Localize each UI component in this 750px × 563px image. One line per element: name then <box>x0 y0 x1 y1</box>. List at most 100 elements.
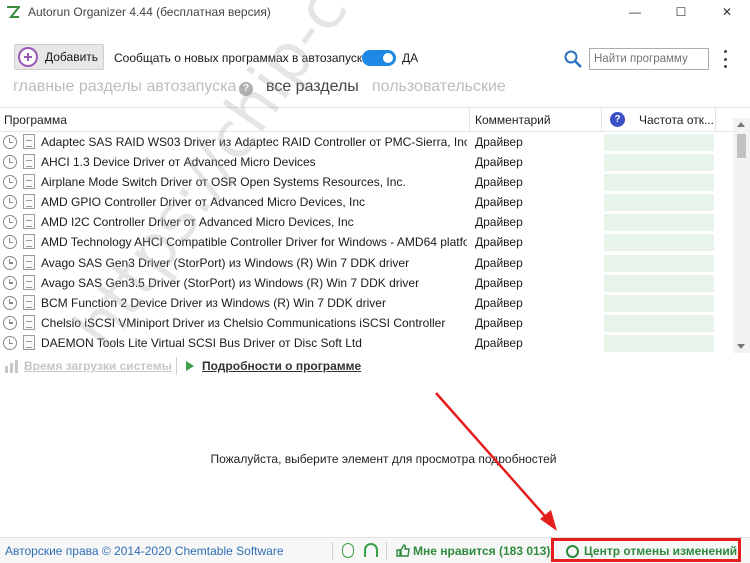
program-comment: Драйвер <box>475 335 523 350</box>
tab-boot-time[interactable]: Время загрузки системы <box>24 359 172 373</box>
program-comment: Драйвер <box>475 195 523 210</box>
table-row[interactable]: Avago SAS Gen3 Driver (StorPort) из Wind… <box>0 253 733 273</box>
file-icon <box>23 314 35 330</box>
tab-divider <box>176 357 177 375</box>
table-row[interactable]: Adaptec SAS RAID WS03 Driver из Adaptec … <box>0 132 733 152</box>
toggle-value-label: ДА <box>402 51 419 65</box>
file-icon <box>23 194 35 210</box>
clock-icon <box>3 275 17 290</box>
clock-icon <box>3 195 17 210</box>
program-name: Adaptec SAS RAID WS03 Driver из Adaptec … <box>41 135 467 149</box>
file-icon <box>23 154 35 170</box>
table-row[interactable]: Chelsio iSCSI VMiniport Driver из Chelsi… <box>0 313 733 333</box>
search-icon[interactable] <box>563 49 583 69</box>
close-button[interactable]: ✕ <box>704 0 750 24</box>
frequency-cell <box>604 274 714 292</box>
program-name: Avago SAS Gen3.5 Driver (StorPort) из Wi… <box>41 275 420 290</box>
undo-center-button[interactable]: Центр отмены изменений <box>551 538 741 562</box>
file-icon <box>23 214 35 230</box>
frequency-cell <box>604 174 714 192</box>
details-pane-tabs: Время загрузки системы Подробности о про… <box>0 355 750 377</box>
frequency-cell <box>604 294 714 312</box>
scroll-down-icon[interactable] <box>737 344 745 349</box>
toggle-knob <box>383 53 393 63</box>
file-icon <box>23 234 35 250</box>
minimize-button[interactable]: — <box>612 0 658 24</box>
help-icon[interactable]: ? <box>239 82 253 96</box>
undo-center-label: Центр отмены изменений <box>584 544 738 558</box>
window-controls: — ☐ ✕ <box>612 0 750 24</box>
program-name: AHCI 1.3 Device Driver от Advanced Micro… <box>41 155 316 170</box>
program-comment: Драйвер <box>475 175 523 190</box>
program-name: BCM Function 2 Device Driver из Windows … <box>41 295 386 310</box>
frequency-cell <box>604 134 714 151</box>
file-icon <box>23 274 35 290</box>
undo-icon <box>566 545 579 558</box>
program-comment: Драйвер <box>475 255 523 270</box>
bug-report-icon[interactable] <box>342 543 354 558</box>
table-row[interactable]: DAEMON Tools Lite Virtual SCSI Bus Drive… <box>0 333 733 353</box>
program-comment: Драйвер <box>475 155 523 170</box>
scroll-up-icon[interactable] <box>737 122 745 127</box>
file-icon <box>23 134 35 149</box>
program-name: Airplane Mode Switch Driver от OSR Open … <box>41 175 406 190</box>
program-name: AMD I2C Controller Driver от Advanced Mi… <box>41 215 354 230</box>
table-row[interactable]: Airplane Mode Switch Driver от OSR Open … <box>0 172 733 192</box>
program-name: AMD Technology AHCI Compatible Controlle… <box>41 235 467 250</box>
program-name: Chelsio iSCSI VMiniport Driver из Chelsi… <box>41 315 446 330</box>
tab-user-sections[interactable]: пользовательские <box>372 78 506 96</box>
more-options-icon[interactable] <box>722 50 728 68</box>
window-title: Autorun Organizer 4.44 (бесплатная верси… <box>28 5 271 19</box>
clock-icon <box>3 295 17 310</box>
file-icon <box>23 174 35 190</box>
notify-new-programs-label: Сообщать о новых программах в автозапуск… <box>114 51 369 65</box>
table-rows: Adaptec SAS RAID WS03 Driver из Adaptec … <box>0 132 733 353</box>
table-row[interactable]: AMD I2C Controller Driver от Advanced Mi… <box>0 212 733 232</box>
file-icon <box>23 334 35 350</box>
copyright-link[interactable]: Авторские права © 2014-2020 Chemtable So… <box>5 544 284 558</box>
clock-icon <box>3 235 17 250</box>
status-bar: Авторские права © 2014-2020 Chemtable So… <box>0 537 750 563</box>
like-button[interactable]: Мне нравится (183 013) <box>413 544 550 558</box>
column-header-frequency[interactable]: Частота отк... <box>639 113 714 127</box>
frequency-cell <box>604 314 714 332</box>
headset-support-icon[interactable] <box>364 543 378 557</box>
toolbar: Добавить Сообщать о новых программах в а… <box>0 40 750 74</box>
scrollbar-thumb[interactable] <box>737 134 746 158</box>
table-row[interactable]: AMD GPIO Controller Driver от Advanced M… <box>0 192 733 212</box>
table-row[interactable]: BCM Function 2 Device Driver из Windows … <box>0 293 733 313</box>
frequency-cell <box>604 254 714 272</box>
program-comment: Драйвер <box>475 235 523 250</box>
program-comment: Драйвер <box>475 215 523 230</box>
tab-program-details[interactable]: Подробности о программе <box>202 359 361 373</box>
add-button[interactable]: Добавить <box>14 44 104 70</box>
clock-icon <box>3 335 17 350</box>
maximize-button[interactable]: ☐ <box>658 0 704 24</box>
title-bar: Autorun Organizer 4.44 (бесплатная верси… <box>0 0 750 24</box>
question-icon[interactable]: ? <box>610 112 625 127</box>
frequency-cell <box>604 194 714 212</box>
programs-table: Программа Комментарий ? Частота отк... A… <box>0 107 750 353</box>
column-header-program[interactable]: Программа <box>4 113 67 127</box>
program-comment: Драйвер <box>475 295 523 310</box>
frequency-cell <box>604 234 714 252</box>
clock-icon <box>3 155 17 170</box>
clock-icon <box>3 255 17 270</box>
bar-chart-icon <box>4 359 20 373</box>
column-header-comment[interactable]: Комментарий <box>475 113 551 127</box>
tab-all-sections[interactable]: все разделы <box>266 78 359 96</box>
notify-toggle[interactable] <box>362 50 396 66</box>
clock-icon <box>3 215 17 230</box>
table-row[interactable]: AHCI 1.3 Device Driver от Advanced Micro… <box>0 152 733 172</box>
table-scrollbar[interactable] <box>733 118 750 353</box>
program-comment: Драйвер <box>475 275 523 290</box>
add-button-label: Добавить <box>45 50 99 64</box>
search-input[interactable] <box>589 48 709 70</box>
table-row[interactable]: AMD Technology AHCI Compatible Controlle… <box>0 232 733 252</box>
file-icon <box>23 254 35 270</box>
app-logo-icon <box>6 6 20 18</box>
thumbs-up-icon[interactable] <box>396 544 410 557</box>
clock-icon <box>3 315 17 330</box>
tab-main-sections[interactable]: главные разделы автозапуска <box>13 78 236 96</box>
table-row[interactable]: Avago SAS Gen3.5 Driver (StorPort) из Wi… <box>0 273 733 293</box>
